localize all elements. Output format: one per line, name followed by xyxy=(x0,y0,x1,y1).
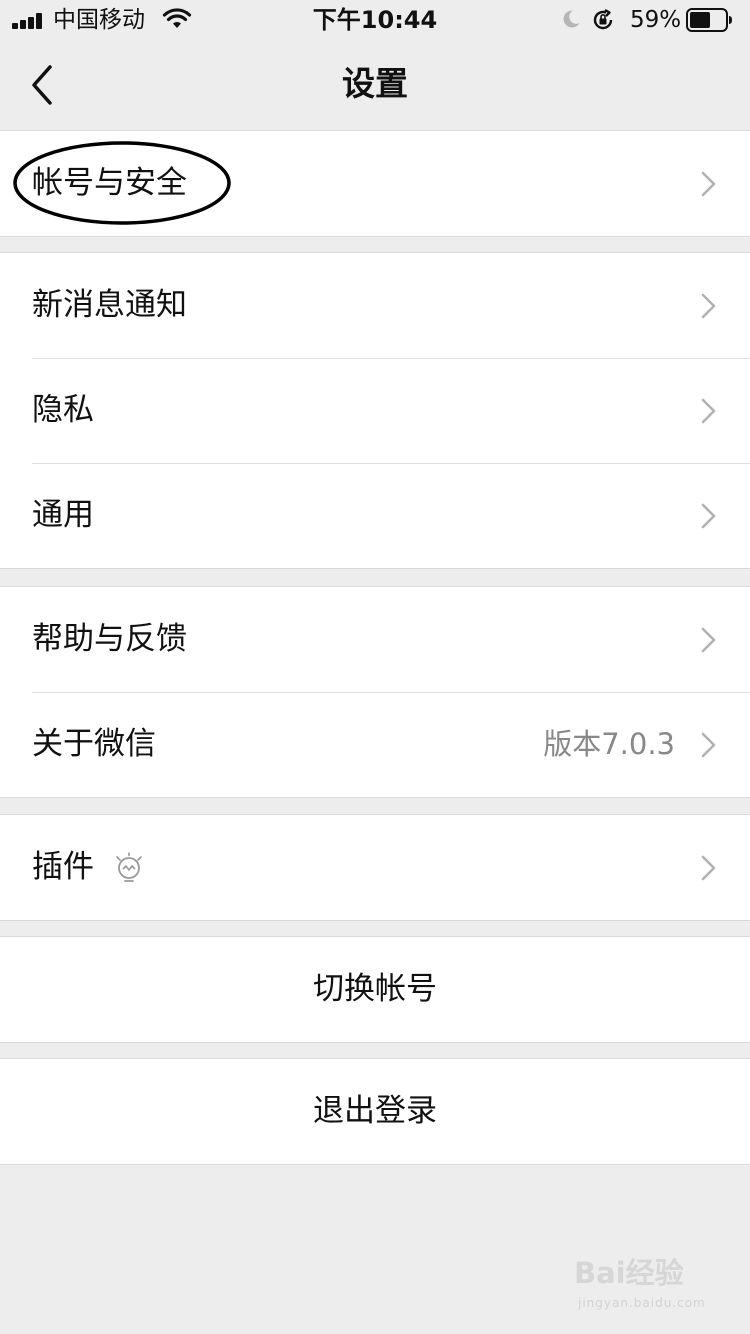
settings-item-about-wechat[interactable]: 关于微信 版本7.0.3 xyxy=(0,692,750,797)
watermark-logo-text: Bai经验 xyxy=(574,1256,684,1290)
moon-icon xyxy=(563,10,580,28)
settings-group-general: 新消息通知 隐私 通用 xyxy=(0,252,750,569)
settings-item-label: 新消息通知 xyxy=(32,287,187,323)
rotation-lock-icon xyxy=(593,8,613,30)
settings-item-label: 插件 xyxy=(32,849,94,885)
settings-item-label: 隐私 xyxy=(32,392,94,428)
settings-item-label: 通用 xyxy=(32,497,94,533)
settings-item-label: 帮助与反馈 xyxy=(32,621,187,657)
chevron-right-icon xyxy=(701,293,716,319)
switch-account-label: 切换帐号 xyxy=(313,971,437,1007)
lightbulb-icon xyxy=(116,852,142,882)
switch-account-button[interactable]: 切换帐号 xyxy=(0,937,750,1042)
switch-account-group: 切换帐号 xyxy=(0,936,750,1043)
chevron-right-icon xyxy=(701,627,716,653)
settings-item-plugins[interactable]: 插件 xyxy=(0,815,750,920)
page-title: 设置 xyxy=(342,64,408,103)
version-value: 版本7.0.3 xyxy=(543,727,675,761)
logout-button[interactable]: 退出登录 xyxy=(0,1059,750,1164)
watermark-url: jingyan.baidu.com xyxy=(578,1296,706,1310)
logout-label: 退出登录 xyxy=(313,1093,437,1129)
settings-item-help-feedback[interactable]: 帮助与反馈 xyxy=(0,587,750,692)
battery-percent: 59% xyxy=(630,7,682,33)
baidu-jingyan-watermark: Bai经验 jingyan.baidu.com xyxy=(574,1250,714,1320)
settings-group-plugins: 插件 xyxy=(0,814,750,921)
chevron-right-icon xyxy=(701,732,716,758)
navigation-bar: 设置 xyxy=(0,40,750,130)
settings-item-general[interactable]: 通用 xyxy=(0,463,750,568)
settings-item-new-message-notifications[interactable]: 新消息通知 xyxy=(0,253,750,358)
logout-group: 退出登录 xyxy=(0,1058,750,1165)
settings-group-help: 帮助与反馈 关于微信 版本7.0.3 xyxy=(0,586,750,798)
chevron-right-icon xyxy=(701,503,716,529)
chevron-right-icon xyxy=(701,171,716,197)
settings-item-privacy[interactable]: 隐私 xyxy=(0,358,750,463)
chevron-right-icon xyxy=(701,398,716,424)
settings-item-label: 关于微信 xyxy=(32,726,156,762)
chevron-right-icon xyxy=(701,855,716,881)
status-bar: 中国移动 下午10:44 59% xyxy=(0,0,750,40)
annotation-oval xyxy=(13,141,231,225)
battery-icon xyxy=(686,8,732,32)
